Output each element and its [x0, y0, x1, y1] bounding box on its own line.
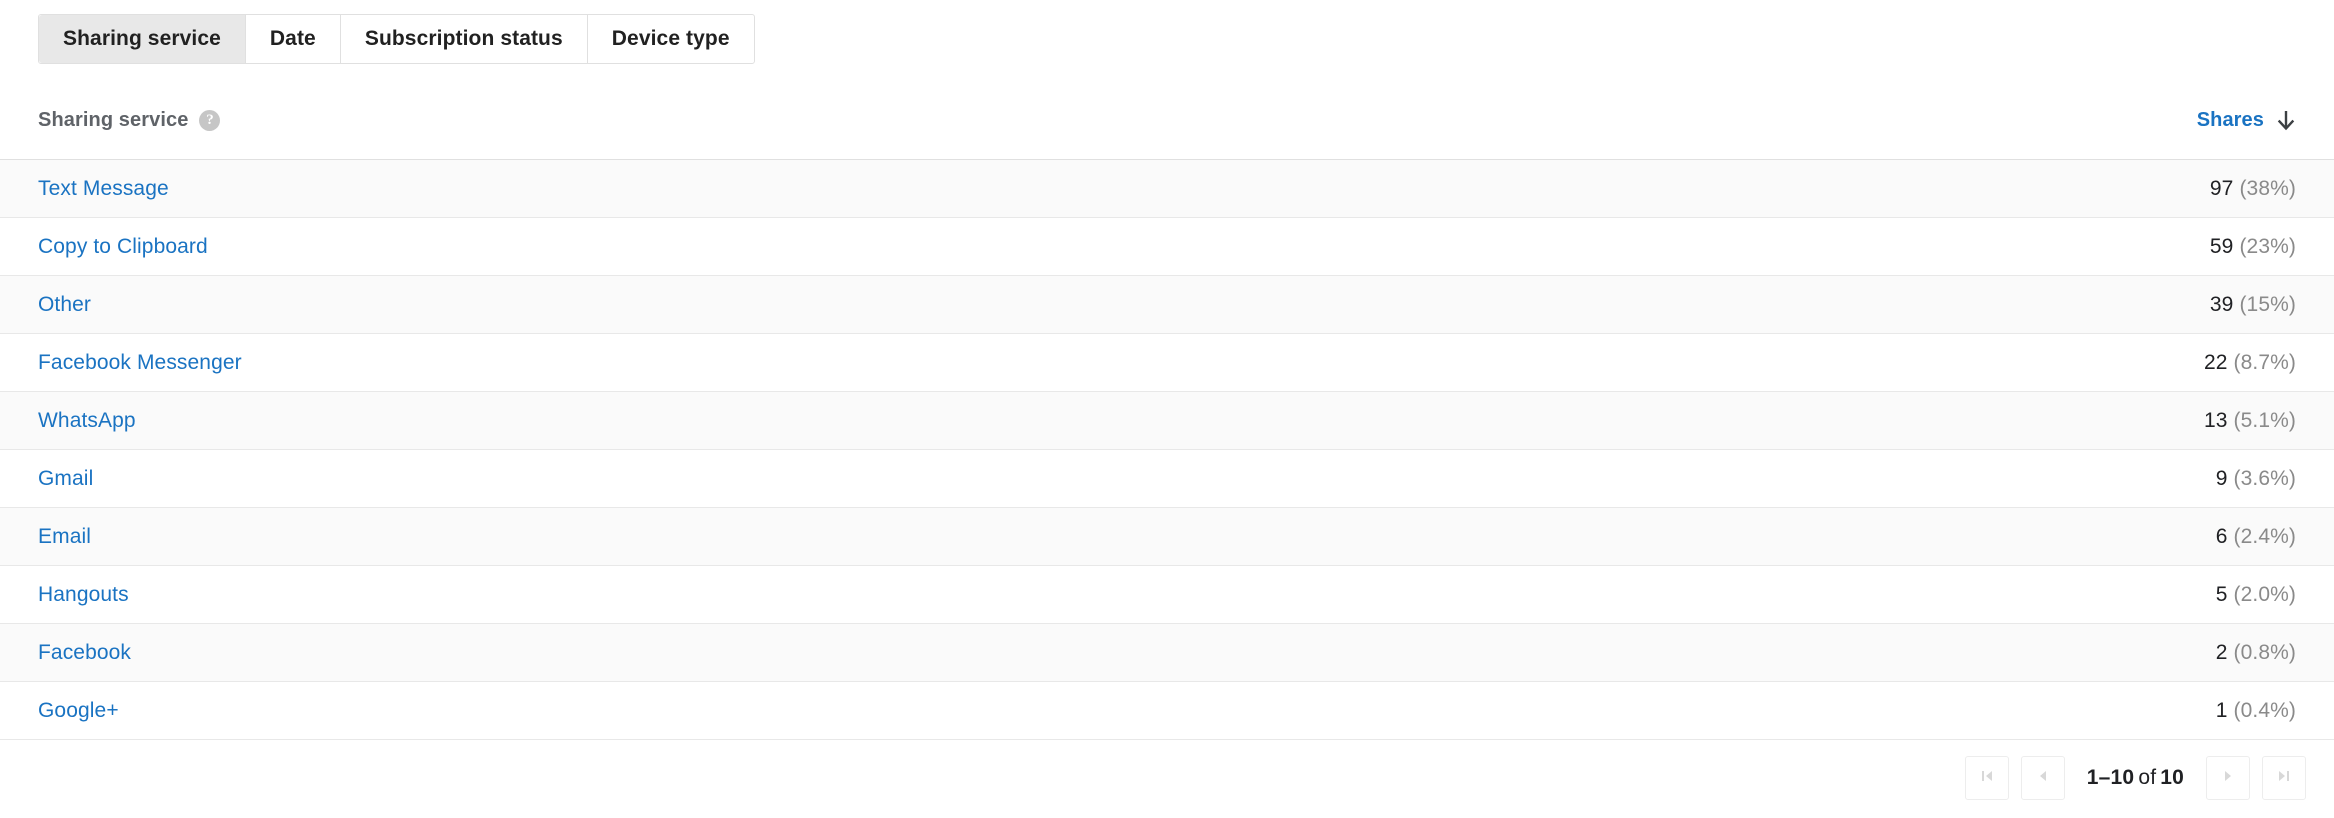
shares-count: 59: [2209, 234, 2234, 258]
shares-value-cell: 22 (8.7%): [2204, 351, 2296, 375]
shares-percent: (2.0%): [2233, 582, 2296, 606]
first-page-button[interactable]: [1964, 756, 2009, 800]
shares-percent: (2.4%): [2233, 524, 2296, 548]
shares-count: 6: [2215, 524, 2228, 548]
tab-device-type[interactable]: Device type: [587, 15, 754, 63]
table-row[interactable]: Copy to Clipboard 59 (23%): [0, 218, 2334, 276]
table-row[interactable]: Other 39 (15%): [0, 276, 2334, 334]
shares-percent: (0.8%): [2233, 640, 2296, 664]
shares-value-cell: 13 (5.1%): [2204, 409, 2296, 433]
shares-percent: (15%): [2239, 292, 2296, 316]
metric-column-header-sort[interactable]: Shares: [2197, 109, 2296, 133]
shares-value-cell: 59 (23%): [2210, 235, 2296, 259]
shares-count: 22: [2203, 350, 2228, 374]
shares-value-cell: 6 (2.4%): [2216, 525, 2296, 549]
next-page-button[interactable]: [2206, 756, 2250, 800]
shares-percent: (3.6%): [2233, 466, 2296, 490]
table-body: Text Message 97 (38%) Copy to Clipboard 5…: [0, 160, 2334, 740]
table-header-row: Sharing service ? Shares: [0, 82, 2334, 160]
dimension-header-label: Sharing service: [38, 109, 189, 131]
tab-label: Sharing service: [63, 27, 221, 50]
shares-percent: (38%): [2239, 176, 2296, 200]
sharing-service-link[interactable]: Hangouts: [38, 583, 129, 607]
shares-count: 39: [2209, 292, 2234, 316]
shares-value-cell: 39 (15%): [2210, 293, 2296, 317]
table-row[interactable]: Text Message 97 (38%): [0, 160, 2334, 218]
shares-count: 1: [2215, 698, 2228, 722]
tab-sharing-service[interactable]: Sharing service: [39, 15, 246, 63]
sort-descending-arrow-icon: [2276, 109, 2296, 133]
next-page-icon: [2219, 767, 2237, 790]
shares-count: 97: [2209, 176, 2234, 200]
sharing-service-link[interactable]: Gmail: [38, 467, 93, 491]
shares-count: 2: [2215, 640, 2228, 664]
shares-value-cell: 2 (0.8%): [2216, 641, 2296, 665]
shares-percent: (5.1%): [2233, 408, 2296, 432]
last-page-button[interactable]: [2262, 756, 2306, 800]
pagination-total: 10: [2160, 766, 2184, 789]
shares-percent: (23%): [2239, 234, 2296, 258]
sharing-service-link[interactable]: Other: [38, 293, 91, 317]
dimension-tab-strip: Sharing service Date Subscription status…: [38, 14, 755, 64]
pagination-range-label: 1–10 of 10: [2087, 766, 2184, 790]
sharing-service-link[interactable]: Facebook: [38, 641, 131, 665]
sharing-service-table: Sharing service ? Shares Text Message 97…: [0, 82, 2334, 740]
previous-page-button[interactable]: [2020, 756, 2065, 800]
table-row[interactable]: Facebook Messenger 22 (8.7%): [0, 334, 2334, 392]
tab-label: Date: [269, 27, 316, 50]
first-page-icon: [1978, 767, 1996, 790]
sharing-service-report-panel: Sharing service Date Subscription status…: [0, 0, 2334, 818]
shares-percent: (0.4%): [2233, 698, 2296, 722]
shares-value-cell: 97 (38%): [2210, 177, 2296, 201]
tab-label: Subscription status: [364, 27, 563, 50]
table-row[interactable]: WhatsApp 13 (5.1%): [0, 392, 2334, 450]
sharing-service-link[interactable]: WhatsApp: [38, 409, 136, 433]
shares-value-cell: 5 (2.0%): [2216, 583, 2296, 607]
table-row[interactable]: Google+ 1 (0.4%): [0, 682, 2334, 740]
dimension-column-header: Sharing service ?: [38, 109, 221, 132]
tab-subscription-status[interactable]: Subscription status: [340, 15, 588, 63]
sharing-service-link[interactable]: Copy to Clipboard: [38, 235, 208, 259]
shares-count: 5: [2215, 582, 2228, 606]
table-row[interactable]: Gmail 9 (3.6%): [0, 450, 2334, 508]
table-row[interactable]: Hangouts 5 (2.0%): [0, 566, 2334, 624]
shares-value-cell: 1 (0.4%): [2216, 699, 2296, 723]
sharing-service-link[interactable]: Google+: [38, 699, 119, 723]
tab-label: Device type: [611, 27, 730, 50]
pagination-controls: 1–10 of 10: [1964, 756, 2306, 800]
table-row[interactable]: Email 6 (2.4%): [0, 508, 2334, 566]
sharing-service-link[interactable]: Text Message: [38, 177, 169, 201]
sharing-service-link[interactable]: Facebook Messenger: [38, 351, 242, 375]
shares-count: 9: [2215, 466, 2228, 490]
shares-percent: (8.7%): [2233, 350, 2296, 374]
sharing-service-link[interactable]: Email: [38, 525, 91, 549]
table-row[interactable]: Facebook 2 (0.8%): [0, 624, 2334, 682]
pagination-of-label: of: [2138, 766, 2157, 789]
shares-count: 13: [2203, 408, 2228, 432]
last-page-icon: [2275, 767, 2293, 790]
shares-value-cell: 9 (3.6%): [2216, 467, 2296, 491]
previous-page-icon: [2034, 767, 2052, 790]
tab-date[interactable]: Date: [245, 15, 341, 63]
pagination-range: 1–10: [2086, 766, 2135, 789]
help-question-icon[interactable]: ?: [199, 110, 221, 131]
metric-header-label: Shares: [2196, 109, 2264, 131]
